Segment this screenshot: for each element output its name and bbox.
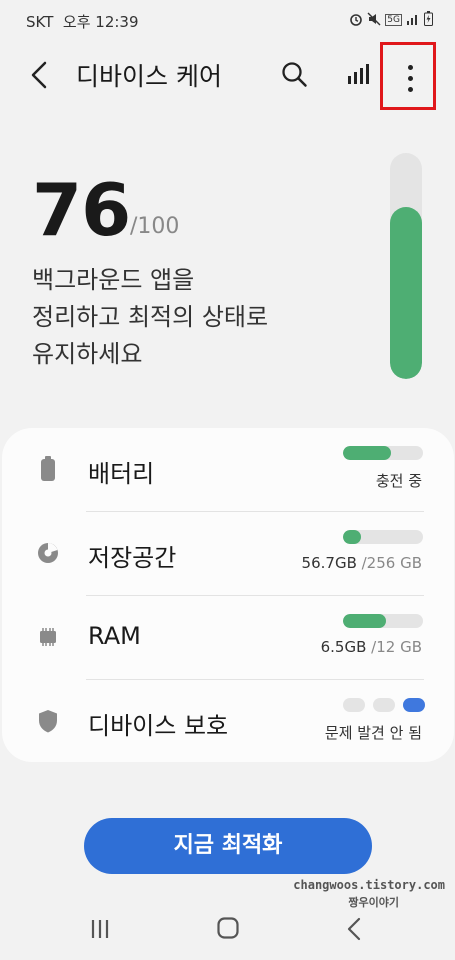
storage-label: 저장공간 bbox=[88, 544, 177, 572]
storage-row[interactable]: 저장공간 56.7GB /256 GB bbox=[2, 512, 454, 596]
clock: 오후 12:39 bbox=[62, 13, 139, 31]
app-bar: 디바이스 케어 bbox=[0, 40, 455, 110]
ram-used: 6.5GB bbox=[320, 638, 367, 656]
battery-status: 충전 중 bbox=[375, 472, 422, 490]
optimize-now-button[interactable]: 지금 최적화 bbox=[84, 818, 372, 874]
navigation-bar bbox=[0, 900, 455, 960]
score-max-label: /100 bbox=[130, 214, 180, 239]
mute-icon bbox=[367, 12, 381, 29]
status-message: 백그라운드 앱을 정리하고 최적의 상태로 유지하세요 bbox=[32, 266, 269, 368]
ram-level-bar bbox=[343, 614, 423, 628]
battery-level-fill bbox=[343, 446, 391, 460]
battery-charging-icon bbox=[424, 11, 433, 29]
ram-level-fill bbox=[343, 614, 387, 628]
search-icon bbox=[282, 62, 307, 87]
score-bar-fill bbox=[390, 207, 422, 379]
memory-chip-icon bbox=[40, 628, 56, 646]
device-protection-label: 디바이스 보호 bbox=[88, 712, 229, 740]
status-bar: SKT 오후 12:39 5G bbox=[0, 0, 455, 40]
watermark-url: changwoos.tistory.com bbox=[293, 878, 445, 892]
score-bar bbox=[390, 153, 422, 379]
search-button[interactable] bbox=[280, 60, 310, 90]
more-options-button[interactable] bbox=[380, 42, 436, 110]
battery-label: 배터리 bbox=[88, 460, 155, 488]
battery-level-bar bbox=[343, 446, 423, 460]
storage-level-fill bbox=[343, 530, 361, 544]
protection-indicator bbox=[343, 698, 425, 712]
protection-dot bbox=[343, 698, 365, 712]
carrier-label: SKT bbox=[26, 13, 54, 31]
bar-chart-icon bbox=[348, 64, 369, 84]
storage-used: 56.7GB bbox=[301, 554, 357, 572]
protection-status: 문제 발견 안 됨 bbox=[324, 724, 422, 742]
ram-row[interactable]: RAM 6.5GB /12 GB bbox=[2, 596, 454, 680]
status-card: 배터리 충전 중 저장공간 56.7GB /256 GB RAM 6.5GB /… bbox=[2, 428, 454, 762]
status-left: SKT 오후 12:39 bbox=[26, 11, 139, 32]
status-icons: 5G bbox=[349, 11, 433, 29]
device-score: 76 bbox=[32, 168, 131, 252]
alarm-icon bbox=[349, 12, 363, 29]
battery-icon bbox=[41, 456, 55, 481]
ram-label: RAM bbox=[88, 622, 141, 650]
back-nav-button[interactable] bbox=[346, 916, 362, 942]
storage-level-bar bbox=[343, 530, 423, 544]
ram-usage: 6.5GB /12 GB bbox=[321, 638, 422, 656]
recent-apps-button[interactable] bbox=[88, 918, 112, 940]
battery-row[interactable]: 배터리 충전 중 bbox=[2, 428, 454, 512]
back-button[interactable] bbox=[26, 58, 56, 92]
storage-usage: 56.7GB /256 GB bbox=[302, 554, 422, 572]
ram-total: /12 GB bbox=[366, 638, 422, 656]
pie-chart-icon bbox=[38, 543, 58, 563]
protection-dot-active bbox=[403, 698, 425, 712]
signal-icon bbox=[406, 13, 420, 28]
chevron-left-icon bbox=[31, 61, 47, 89]
protection-dot bbox=[373, 698, 395, 712]
performance-button[interactable] bbox=[345, 62, 375, 92]
device-protection-row[interactable]: 디바이스 보호 문제 발견 안 됨 bbox=[2, 680, 454, 764]
home-button[interactable] bbox=[216, 916, 240, 940]
shield-icon bbox=[39, 710, 57, 733]
page-title: 디바이스 케어 bbox=[76, 62, 222, 91]
storage-total: /256 GB bbox=[356, 554, 422, 572]
network-type-label: 5G bbox=[385, 14, 402, 26]
